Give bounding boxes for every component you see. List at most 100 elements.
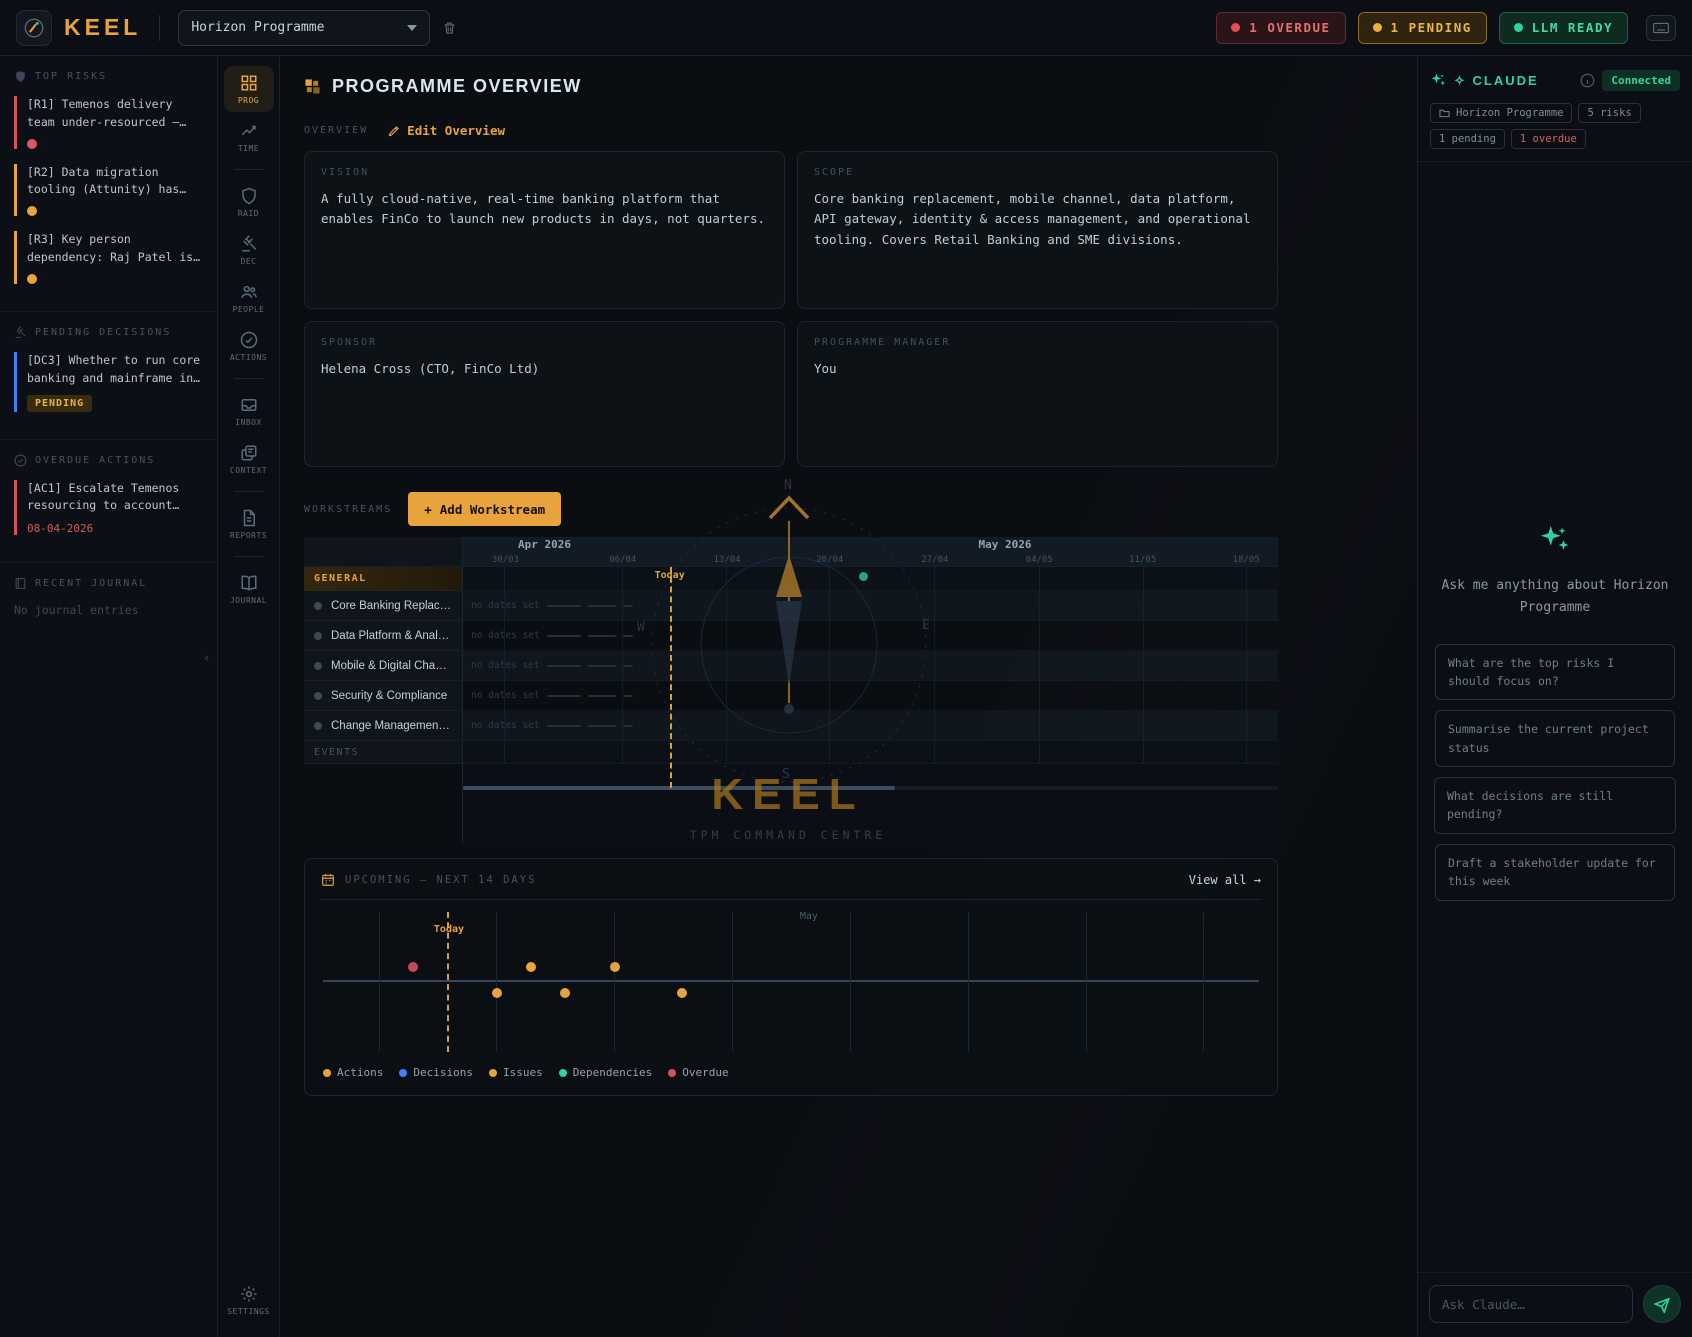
gantt-tick: 11/05	[1129, 555, 1156, 565]
view-all-link[interactable]: View all →	[1189, 873, 1261, 887]
rail-item-dec[interactable]: DEC	[224, 227, 274, 273]
workstream-row-label[interactable]: Mobile & Digital Channels	[304, 651, 462, 681]
action-item-ac1[interactable]: [AC1] Escalate Temenos resourcing to acc…	[14, 480, 203, 536]
gantt-header-row: Apr 2026 May 2026 30/0306/0413/0420/0427…	[304, 537, 1278, 567]
people-icon	[240, 283, 258, 301]
upcoming-header: UPCOMING — NEXT 14 DAYS View all →	[321, 873, 1261, 887]
rail-item-settings[interactable]: SETTINGS	[224, 1277, 274, 1323]
event-dot-actions[interactable]	[560, 988, 570, 998]
dependencies-dot-icon	[559, 1069, 567, 1077]
compass-logo-icon	[23, 17, 45, 39]
programme-selector[interactable]: Horizon Programme	[178, 10, 430, 46]
workstream-name: Security & Compliance	[331, 690, 447, 702]
gantt-footer-spacer	[304, 764, 462, 844]
no-dates-label: no dates set	[471, 690, 540, 701]
risk-item-r3[interactable]: [R3] Key person dependency: Raj Patel is…	[14, 231, 203, 284]
recent-journal-section: RECENT JOURNAL No journal entries	[0, 562, 217, 629]
decision-item-dc3[interactable]: [DC3] Whether to run core banking and ma…	[14, 352, 203, 412]
workstream-name: Data Platform & Analytics	[331, 630, 452, 642]
pending-badge-label: 1 PENDING	[1391, 20, 1472, 35]
workstream-row: Security & Compliance no dates set	[304, 681, 1278, 711]
overdue-status-badge[interactable]: 1 OVERDUE	[1216, 12, 1345, 44]
workstream-timeline: no dates set	[462, 591, 1278, 621]
rail-divider	[234, 378, 264, 379]
overdue-actions-title: OVERDUE ACTIONS	[35, 455, 155, 466]
add-workstream-button[interactable]: + Add Workstream	[408, 492, 561, 526]
chevron-down-icon	[407, 25, 417, 31]
event-dot-actions[interactable]	[526, 962, 536, 972]
overview-section-label: OVERVIEW	[304, 125, 368, 136]
book-icon	[240, 574, 258, 592]
workstream-timeline: no dates set	[462, 651, 1278, 681]
rail-item-context[interactable]: CONTEXT	[224, 436, 274, 482]
vision-card: VISION A fully cloud-native, real-time b…	[304, 151, 785, 309]
keyboard-icon	[1653, 22, 1669, 34]
pending-decisions-title: PENDING DECISIONS	[35, 327, 171, 338]
connection-status-badge: Connected	[1602, 70, 1680, 91]
workstream-timeline: no dates set	[462, 621, 1278, 651]
overview-toolbar: OVERVIEW Edit Overview	[304, 123, 1278, 138]
suggestion-stakeholder-update[interactable]: Draft a stakeholder update for this week	[1435, 844, 1675, 901]
pending-status-badge[interactable]: 1 PENDING	[1358, 12, 1487, 44]
event-dot-actions[interactable]	[610, 962, 620, 972]
add-workstream-label: Add Workstream	[440, 502, 545, 517]
overview-grid-icon	[304, 78, 321, 95]
upcoming-axis-line	[323, 980, 1259, 982]
workstream-row-label[interactable]: Data Platform & Analytics	[304, 621, 462, 651]
skeleton-dash	[623, 725, 633, 727]
top-risks-title: TOP RISKS	[35, 71, 107, 82]
recent-journal-title: RECENT JOURNAL	[35, 578, 147, 589]
collapse-left-panel-button[interactable]: ‹	[203, 651, 211, 666]
workstream-timeline: no dates set	[462, 711, 1278, 741]
rail-item-journal[interactable]: JOURNAL	[224, 566, 274, 612]
legend-item-decisions: Decisions	[399, 1066, 473, 1079]
shield-icon	[14, 70, 27, 83]
legend-item-actions: Actions	[323, 1066, 383, 1079]
rail-item-inbox[interactable]: INBOX	[224, 388, 274, 434]
gantt-scrollbar-thumb[interactable]	[463, 786, 895, 790]
edit-overview-button[interactable]: Edit Overview	[388, 123, 505, 138]
gantt-tick: 06/04	[609, 555, 636, 565]
workstream-row-label[interactable]: Change Management & Tr…	[304, 711, 462, 741]
gavel-icon	[14, 326, 27, 339]
keyboard-shortcuts-button[interactable]	[1646, 15, 1676, 41]
issues-dot-icon	[489, 1069, 497, 1077]
sparkles-icon	[1538, 523, 1572, 557]
info-button[interactable]	[1580, 73, 1595, 88]
workstream-name: Mobile & Digital Channels	[331, 660, 452, 672]
gantt-header-spacer	[304, 537, 462, 567]
risk-item-r2[interactable]: [R2] Data migration tooling (Attunity) h…	[14, 164, 203, 217]
risk-text: [R1] Temenos delivery team under-resourc…	[27, 96, 203, 132]
rail-item-actions[interactable]: ACTIONS	[224, 323, 274, 369]
shield-icon	[240, 187, 258, 205]
suggestion-top-risks[interactable]: What are the top risks I should focus on…	[1435, 644, 1675, 701]
workstream-row-label[interactable]: Core Banking Replacement	[304, 591, 462, 621]
rail-item-people[interactable]: PEOPLE	[224, 275, 274, 321]
gantt-general-row[interactable]: GENERAL	[304, 567, 1278, 591]
rail-item-time[interactable]: TIME	[224, 114, 274, 160]
send-button[interactable]	[1643, 1285, 1681, 1323]
llm-badge-label: LLM READY	[1532, 20, 1613, 35]
recent-journal-header: RECENT JOURNAL	[14, 577, 203, 590]
gantt-scrollbar-track	[463, 786, 1278, 790]
page-header: PROGRAMME OVERVIEW	[304, 76, 1278, 97]
event-dot-overdue[interactable]	[408, 962, 418, 972]
action-text: [AC1] Escalate Temenos resourcing to acc…	[27, 480, 203, 516]
suggestion-summarise-status[interactable]: Summarise the current project status	[1435, 710, 1675, 767]
event-dot-actions[interactable]	[492, 988, 502, 998]
claude-input[interactable]	[1429, 1285, 1633, 1323]
rail-item-raid[interactable]: RAID	[224, 179, 274, 225]
workstream-row-label[interactable]: Security & Compliance	[304, 681, 462, 711]
llm-ready-badge[interactable]: LLM READY	[1499, 12, 1628, 44]
context-chip-programme: Horizon Programme	[1430, 103, 1572, 123]
event-dot-actions[interactable]	[677, 988, 687, 998]
rail-item-prog[interactable]: PROG	[224, 66, 274, 112]
plus-icon: +	[424, 502, 432, 517]
skeleton-dash	[588, 725, 616, 727]
rail-item-reports[interactable]: REPORTS	[224, 501, 274, 547]
risk-item-r1[interactable]: [R1] Temenos delivery team under-resourc…	[14, 96, 203, 149]
upcoming-title: UPCOMING — NEXT 14 DAYS	[345, 874, 536, 886]
delete-programme-button[interactable]	[442, 20, 457, 36]
suggestion-pending-decisions[interactable]: What decisions are still pending?	[1434, 777, 1676, 834]
pending-decisions-section: PENDING DECISIONS [DC3] Whether to run c…	[0, 311, 217, 439]
